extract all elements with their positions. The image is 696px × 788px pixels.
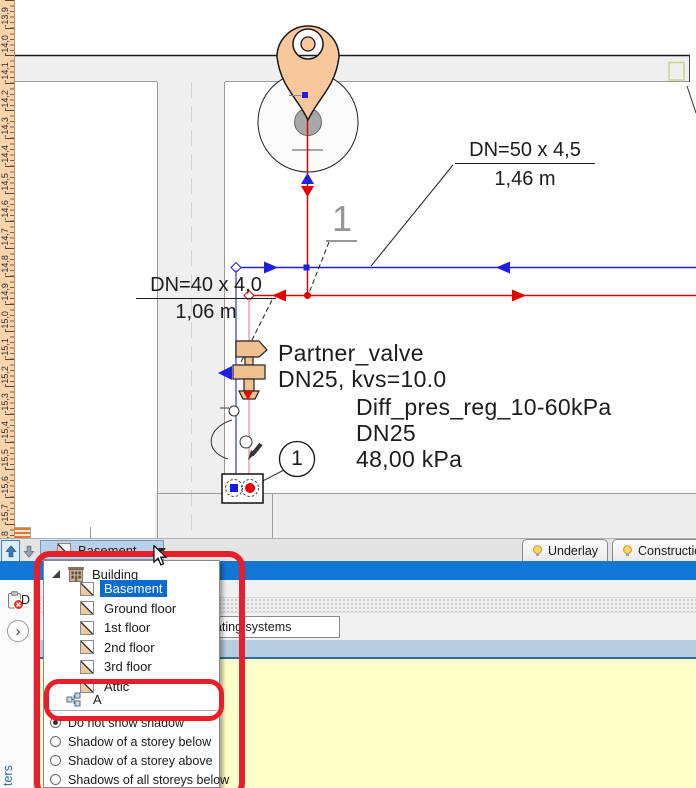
chevron-down-icon[interactable] <box>157 547 166 553</box>
dropdown-separator <box>46 710 217 711</box>
shadow-option[interactable]: Shadows of all storeys below <box>50 770 229 788</box>
ruler-tick: -14,1 <box>0 55 14 83</box>
storey-icon <box>80 601 94 616</box>
storey-down-button[interactable] <box>19 540 38 562</box>
storey-icon <box>80 659 94 674</box>
bulb-icon <box>623 544 632 556</box>
regulator-pressure-text[interactable]: 48,00 kPa <box>356 446 612 472</box>
storey-selector[interactable]: Basement <box>40 540 166 560</box>
ruler-tick: -14,0 <box>0 27 14 55</box>
diagnostics-label: D <box>21 593 31 607</box>
storey-dropdown: Building Basement Ground floor 1st floor <box>43 560 229 788</box>
shadow-options: Do not show shadow Shadow of a storey be… <box>50 713 229 788</box>
ruler-tick: -14,4 <box>0 137 14 166</box>
ruler-tick: -14,5 <box>0 165 14 193</box>
storey-icon <box>57 543 71 557</box>
tree-item-storey[interactable]: 3rd floor <box>80 657 180 677</box>
ruler-tick: -15,1 <box>0 331 14 359</box>
up-arrow-icon <box>4 544 17 557</box>
ruler-tick: -15,7 <box>0 496 14 524</box>
ruler-tick: -15,3 <box>0 386 14 414</box>
left-sidebar: D › ters <box>0 580 34 788</box>
shadow-option[interactable]: Shadow of a storey above <box>50 751 217 770</box>
bubble-number[interactable]: 1 <box>288 447 306 471</box>
valve-name-text[interactable]: Partner_valve <box>278 340 446 366</box>
radio-icon[interactable] <box>50 774 61 785</box>
radio-icon[interactable] <box>50 736 61 747</box>
storey-toolbar: Basement Underlay Constructi <box>0 538 696 562</box>
regulator-name-text[interactable]: Diff_pres_reg_10-60kPa <box>356 394 612 420</box>
bulb-icon <box>533 544 542 556</box>
ruler-tick: -14,2 <box>0 82 14 110</box>
app-root: -13,9 -14,0 -14,1 -14,2 -14,3 -14,4 -14,… <box>0 0 696 788</box>
ruler-tick: -15,6 <box>0 469 14 497</box>
storey-tree: Basement Ground floor 1st floor 2nd floo… <box>80 579 180 696</box>
ruler-tick: -14,3 <box>0 110 14 138</box>
ruler-tick: -14,9 <box>0 275 14 304</box>
scheme-icon <box>66 692 81 706</box>
ruler-tick: -14,6 <box>0 193 14 221</box>
connection-box-symbol[interactable] <box>221 473 264 504</box>
tree-item-storey[interactable]: 2nd floor <box>80 638 180 658</box>
drawing-canvas[interactable]: -13,9 -14,0 -14,1 -14,2 -14,3 -14,4 -14,… <box>0 0 696 552</box>
layer-tab[interactable]: Construction <box>612 539 696 562</box>
pipe-blue-horizontal[interactable] <box>230 261 696 274</box>
leader-dn50 <box>370 164 454 267</box>
pipe-label-dn40[interactable]: DN=40 x 4,0 <box>136 274 276 299</box>
tree-item-storey[interactable]: Basement <box>80 579 180 599</box>
flow-arrow-down <box>301 186 314 197</box>
storey-icon <box>80 640 94 655</box>
tree-item-storey[interactable]: Ground floor <box>80 599 180 619</box>
parameters-vertical-tab[interactable]: ters <box>1 750 15 786</box>
ruler-tick: -15,0 <box>0 303 14 331</box>
layer-tab[interactable]: Underlay <box>522 539 609 562</box>
pipe-length-dn50[interactable]: 1,46 m <box>455 168 595 191</box>
pipe-length-dn40[interactable]: 1,06 m <box>136 301 276 324</box>
ruler-tick: -15,5 <box>0 441 14 469</box>
radio-icon[interactable] <box>50 755 61 766</box>
regulator-dn-text[interactable]: DN25 <box>356 420 612 446</box>
storey-up-button[interactable] <box>1 540 20 562</box>
layer-tabs: Underlay Construction <box>522 539 696 562</box>
ruler-tick: -14,8 <box>0 248 14 276</box>
tree-item-storey[interactable]: 1st floor <box>80 618 180 638</box>
partner-valve-symbol[interactable] <box>218 340 268 400</box>
storey-icon <box>80 581 94 596</box>
ruler-tick: -15,4 <box>0 413 14 442</box>
shadow-option[interactable]: Do not show shadow <box>50 713 217 732</box>
flow-arrow-up <box>301 173 314 184</box>
section-number[interactable]: 1 <box>332 198 352 240</box>
pipe-red-horizontal[interactable] <box>243 289 696 302</box>
vertical-ruler: -13,9 -14,0 -14,1 -14,2 -14,3 -14,4 -14,… <box>0 0 15 552</box>
valve-spec-text[interactable]: DN25, kvs=10.0 <box>278 366 446 392</box>
ruler-tick: -13,9 <box>0 0 14 28</box>
tree-expander-icon[interactable] <box>52 570 60 578</box>
selected-storey-label: Basement <box>78 542 137 558</box>
pipe-label-dn50[interactable]: DN=50 x 4,5 <box>455 139 595 164</box>
ruler-tick: -14,7 <box>0 220 14 248</box>
scheme-label: A <box>93 692 102 707</box>
shadow-option[interactable]: Shadow of a storey below <box>50 732 217 751</box>
expand-panel-button[interactable]: › <box>7 620 29 642</box>
storey-icon <box>80 620 94 635</box>
radio-icon[interactable] <box>50 717 61 728</box>
down-arrow-icon <box>22 545 35 558</box>
ruler-tick: -15,2 <box>0 358 14 386</box>
tree-item-scheme[interactable]: A <box>66 691 102 708</box>
connection-node[interactable] <box>302 92 308 98</box>
